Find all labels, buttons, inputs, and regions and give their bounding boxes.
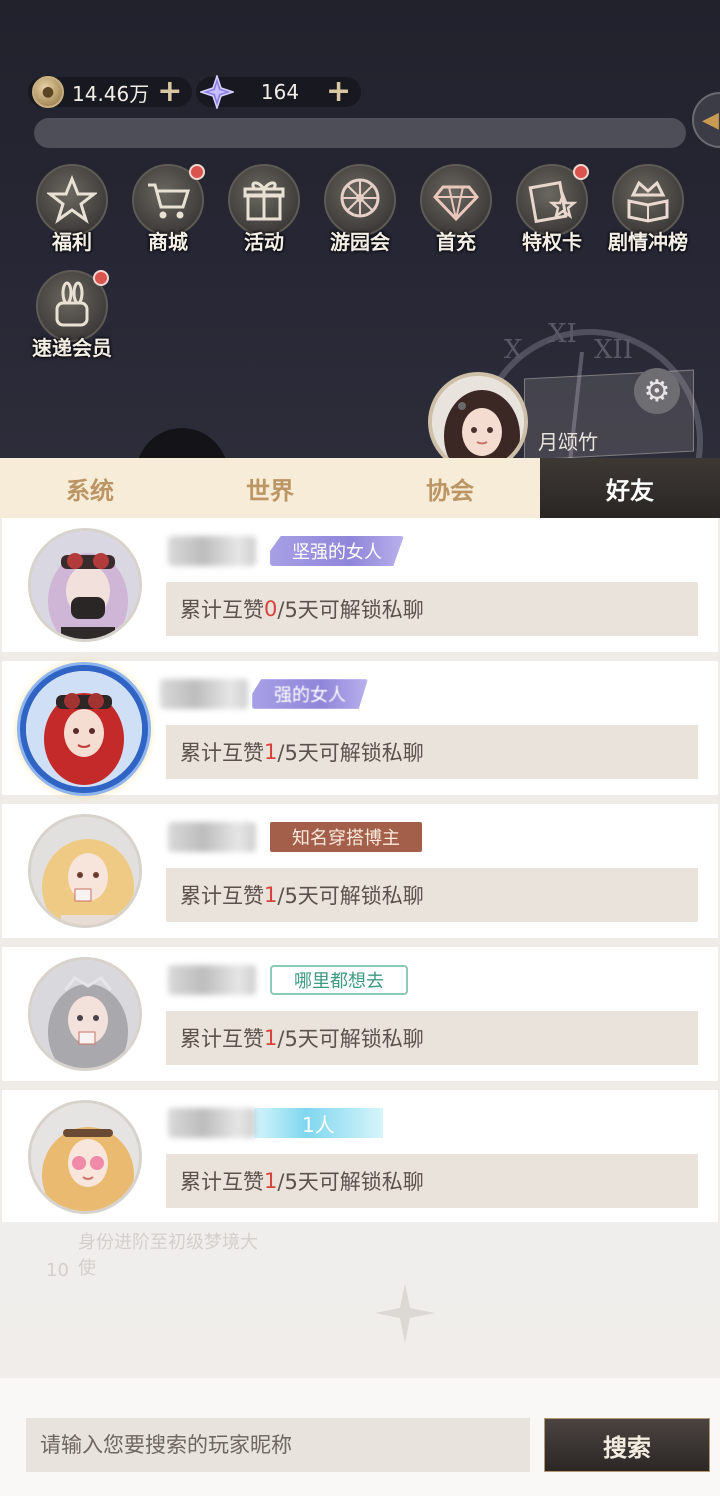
coin-pill: ● 14.46万 +: [28, 76, 193, 108]
progress-prefix: 累计互赞: [180, 598, 264, 622]
notification-dot: [573, 164, 589, 180]
progress-count: 0: [264, 597, 278, 621]
friend-name-blurred: [160, 679, 248, 709]
game-hud: ● 14.46万 + 164 + ◀ 福利 商城 活动 游园会 首充 特权卡 剧…: [0, 0, 720, 460]
gem-value: 164: [260, 80, 300, 104]
menu-first-recharge[interactable]: 首充: [411, 164, 501, 254]
menu-label: 福利: [52, 230, 92, 254]
friend-name-blurred: [168, 965, 256, 995]
menu-carnival[interactable]: 游园会: [315, 164, 405, 254]
friend-card[interactable]: 强的女人 累计互赞 1/5天可解锁私聊: [2, 661, 718, 795]
sparkle-icon: [375, 1283, 435, 1343]
menu-shop[interactable]: 商城: [123, 164, 213, 254]
friend-avatar[interactable]: [28, 528, 142, 642]
menu-welfare[interactable]: 福利: [27, 164, 117, 254]
menu-label: 剧情冲榜: [608, 230, 688, 254]
friend-title-badge: 知名穿搭博主: [270, 822, 422, 852]
menu-express-member[interactable]: 速递会员: [27, 270, 117, 360]
friend-card[interactable]: 哪里都想去 累计互赞 1/5天可解锁私聊: [2, 947, 718, 1081]
friend-card[interactable]: 知名穿搭博主 累计互赞 1/5天可解锁私聊: [2, 804, 718, 938]
friend-avatar[interactable]: [20, 665, 148, 793]
friend-title-badge: 坚强的女人: [270, 536, 404, 566]
menu-label: 商城: [148, 230, 188, 254]
menu-label: 游园会: [330, 230, 390, 254]
expand-arrow-icon[interactable]: ◀: [692, 92, 720, 148]
progress-suffix: /5天可解锁私聊: [277, 1027, 424, 1051]
friend-like-progress: 累计互赞 0/5天可解锁私聊: [166, 582, 698, 636]
progress-count: 1: [264, 1169, 278, 1193]
coin-counter: ● 14.46万 +: [28, 74, 193, 110]
friend-card[interactable]: 1人 累计互赞 1/5天可解锁私聊: [2, 1090, 718, 1224]
search-button[interactable]: 搜索: [544, 1418, 710, 1472]
notification-dot: [189, 164, 205, 180]
menu-label: 特权卡: [522, 230, 582, 254]
settings-gear-icon[interactable]: ⚙: [634, 368, 680, 414]
friend-title-badge: 1人: [254, 1108, 383, 1138]
friend-title-badge: 强的女人: [252, 679, 368, 709]
friend-like-progress: 累计互赞 1/5天可解锁私聊: [166, 1154, 698, 1208]
friend-title-badge: 哪里都想去: [270, 965, 408, 995]
player-name: 月颂竹: [538, 430, 598, 454]
svg-text:XII: XII: [594, 335, 633, 365]
menu-story-ranking[interactable]: 剧情冲榜: [603, 164, 693, 254]
progress-suffix: /5天可解锁私聊: [277, 884, 424, 908]
friend-like-progress: 累计互赞 1/5天可解锁私聊: [166, 868, 698, 922]
search-bar: 搜索: [0, 1378, 720, 1496]
friend-name-blurred: [168, 536, 256, 566]
progress-count: 1: [264, 1026, 278, 1050]
friend-like-progress: 累计互赞 1/5天可解锁私聊: [166, 1011, 698, 1065]
character-hair-silhouette: [136, 428, 228, 460]
progress-suffix: /5天可解锁私聊: [277, 598, 424, 622]
player-search-input[interactable]: [26, 1418, 530, 1472]
menu-events[interactable]: 活动: [219, 164, 309, 254]
progress-suffix: /5天可解锁私聊: [277, 1170, 424, 1194]
add-gems-icon[interactable]: +: [326, 77, 351, 107]
friend-name-blurred: [168, 1108, 256, 1138]
menu-label: 速递会员: [32, 336, 112, 360]
gem-counter: 164 +: [196, 74, 362, 110]
progress-prefix: 累计互赞: [180, 741, 264, 765]
coin-icon: ●: [32, 76, 64, 108]
svg-text:X: X: [504, 335, 523, 365]
coin-value: 14.46万: [72, 81, 150, 106]
tab-friends[interactable]: 好友: [540, 458, 720, 518]
friend-like-progress: 累计互赞 1/5天可解锁私聊: [166, 725, 698, 779]
progress-prefix: 累计互赞: [180, 1027, 264, 1051]
menu-label: 活动: [244, 230, 284, 254]
friend-avatar[interactable]: [28, 1100, 142, 1214]
announcement-bar[interactable]: [34, 118, 686, 148]
svg-text:XI: XI: [548, 319, 577, 349]
background-quest-text: 身份进阶至初级梦境大使: [78, 1232, 258, 1279]
chat-tabs: 系统 世界 协会 好友: [0, 458, 720, 518]
notification-dot: [93, 270, 109, 286]
menu-label: 首充: [436, 230, 476, 254]
friend-avatar[interactable]: [28, 814, 142, 928]
tab-guild[interactable]: 协会: [360, 458, 540, 518]
menu-privilege-card[interactable]: 特权卡: [507, 164, 597, 254]
background-hud-faded: 身份进阶至初级梦境大使 10: [0, 1222, 720, 1382]
gem-pill: 164 +: [196, 75, 362, 109]
tab-system[interactable]: 系统: [0, 458, 180, 518]
progress-prefix: 累计互赞: [180, 884, 264, 908]
friend-card[interactable]: 坚强的女人 累计互赞 0/5天可解锁私聊: [2, 518, 718, 652]
background-quest-count: 10: [46, 1260, 69, 1281]
progress-prefix: 累计互赞: [180, 1170, 264, 1194]
add-coins-icon[interactable]: +: [157, 77, 182, 107]
progress-suffix: /5天可解锁私聊: [277, 741, 424, 765]
friend-avatar[interactable]: [28, 957, 142, 1071]
gem-icon: [200, 75, 234, 109]
tab-world[interactable]: 世界: [180, 458, 360, 518]
progress-count: 1: [264, 883, 278, 907]
friend-name-blurred: [168, 822, 256, 852]
progress-count: 1: [264, 740, 278, 764]
